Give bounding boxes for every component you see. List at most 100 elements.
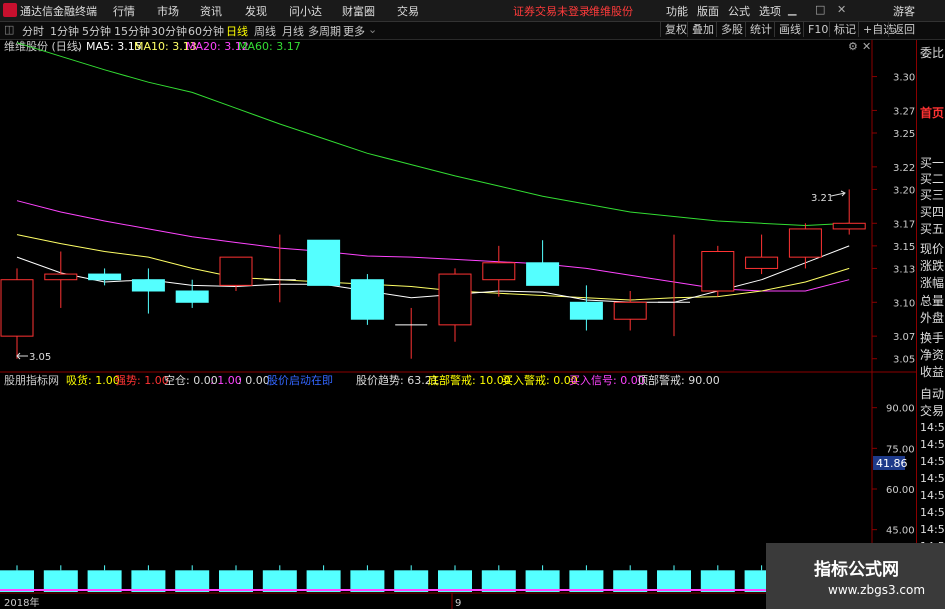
side-tick-time: 14:56 <box>920 506 945 519</box>
panel-toggle-icon[interactable]: ◫ <box>4 23 14 36</box>
candle[interactable] <box>438 268 472 342</box>
period-monthly[interactable]: 月线 <box>282 23 304 39</box>
period-timeshare[interactable]: 分时 <box>22 23 44 39</box>
menu-quotes[interactable]: 行情 <box>113 3 135 19</box>
title-bar: 通达信金融终端 行情 市场 资讯 发现 问小达 财富圈 交易 证券交易未登录 维… <box>0 0 945 22</box>
menu-discover[interactable]: 发现 <box>245 3 267 19</box>
settings-gear-icon[interactable]: ⚙ <box>848 40 858 53</box>
period-more[interactable]: 更多 <box>343 23 365 39</box>
candle[interactable] <box>832 189 866 235</box>
candle[interactable] <box>44 251 78 308</box>
candle[interactable] <box>701 245 735 297</box>
candle[interactable] <box>350 274 384 325</box>
indicator-bar <box>657 570 691 592</box>
indicator-bar <box>700 570 735 592</box>
date-month: 9 <box>455 598 461 609</box>
draw-button[interactable]: 画线 <box>774 22 805 37</box>
menu-formula[interactable]: 公式 <box>728 3 750 19</box>
side-item-trade[interactable]: 交易 <box>920 402 944 419</box>
candle-body <box>613 301 647 320</box>
multi-stock-button[interactable]: 多股 <box>716 22 747 37</box>
menu-wealth-circle[interactable]: 财富圈 <box>342 3 375 19</box>
menu-function[interactable]: 功能 <box>666 3 688 19</box>
side-tick-time: 14:56 <box>920 523 945 536</box>
candle[interactable] <box>658 234 690 337</box>
f10-button[interactable]: F10 <box>803 22 832 37</box>
menu-layout[interactable]: 版面 <box>697 3 719 19</box>
indicator-name: 股朋指标网 <box>4 373 59 387</box>
indicator-tick-label: 90.00 <box>886 404 915 415</box>
candle-body <box>832 222 866 230</box>
high-marker-group: 3.21 <box>811 190 846 204</box>
side-item-buy5: 买五 <box>920 222 945 236</box>
indicator-bar <box>306 570 341 592</box>
candle-body <box>131 279 165 292</box>
side-item-pct: 涨幅 <box>920 276 945 290</box>
indicator-bar <box>394 570 429 592</box>
dropdown-icon[interactable]: ⌄ <box>74 40 83 53</box>
candle[interactable] <box>613 291 647 331</box>
window-icon[interactable]: □ <box>815 3 825 16</box>
candle-body <box>0 279 34 337</box>
candle-body <box>482 262 516 281</box>
side-quote-panel: 委比 首页 买一 买二 买三 买四 买五 现价 涨跌 涨幅 总量 外盘 换手 净… <box>916 40 945 609</box>
price-tick-label: 3.15 <box>893 242 915 253</box>
indicator-bar <box>131 570 166 592</box>
side-item-buy3: 买三 <box>920 188 945 202</box>
candle[interactable] <box>745 234 779 275</box>
candle[interactable] <box>131 268 165 314</box>
period-multi[interactable]: 多周期 <box>308 23 341 39</box>
indicator-bar <box>350 570 385 592</box>
stock-notice: 维维股份 <box>589 5 633 18</box>
mark-button[interactable]: 标记 <box>829 22 860 37</box>
period-30min[interactable]: 30分钟 <box>151 23 187 39</box>
candle[interactable] <box>263 234 296 303</box>
stats-button[interactable]: 统计 <box>745 22 776 37</box>
price-tick-label: 3.13 <box>893 264 915 275</box>
candle[interactable] <box>307 239 341 286</box>
side-tick-time: 14:56 <box>920 455 945 468</box>
menu-news[interactable]: 资讯 <box>200 3 222 19</box>
candle[interactable] <box>88 268 122 286</box>
period-1min[interactable]: 1分钟 <box>50 23 79 39</box>
side-item-auto[interactable]: 自动 <box>920 385 944 402</box>
close-icon[interactable]: ✕ <box>837 3 846 16</box>
chevron-down-icon[interactable]: ⌄ <box>368 23 377 36</box>
price-tick-label: 3.17 <box>893 219 915 230</box>
candle[interactable] <box>395 307 428 359</box>
period-weekly[interactable]: 周线 <box>254 23 276 39</box>
price-axis: 3.30 3.27 3.25 3.22 3.20 3.17 3.15 3.13 3.10 3.07… <box>872 73 915 366</box>
candle[interactable] <box>526 240 560 286</box>
price-tick-label: 3.25 <box>893 129 915 140</box>
side-tick-time: 14:56 <box>920 438 945 451</box>
panel-close-icon[interactable]: ✕ <box>862 40 871 53</box>
kline-chart[interactable]: 维维股份 (日线) ⌄ MA5: 3.15 MA10: 3.13 MA20: 3… <box>0 40 945 609</box>
indicator-bar <box>525 570 560 592</box>
indicator-trend: 股价趋势: 63.21 <box>356 374 439 387</box>
side-item-buy4: 买四 <box>920 205 945 219</box>
side-tick-time: 14:56 <box>920 421 945 434</box>
period-15min[interactable]: 15分钟 <box>114 23 150 39</box>
menu-options[interactable]: 选项 <box>759 3 781 19</box>
candle[interactable] <box>482 245 516 297</box>
back-button[interactable]: 返回 <box>888 22 919 37</box>
overlay-button[interactable]: 叠加 <box>687 22 718 37</box>
period-5min[interactable]: 5分钟 <box>82 23 111 39</box>
ma-legend: MA5: 3.15 MA10: 3.13 MA20: 3.12 MA60: 3.… <box>86 40 301 53</box>
side-item-home[interactable]: 首页 <box>920 104 944 121</box>
menu-ask[interactable]: 问小达 <box>289 3 322 19</box>
period-daily[interactable]: 日线 <box>226 23 248 39</box>
candle[interactable] <box>0 268 34 359</box>
menu-market[interactable]: 市场 <box>157 3 179 19</box>
guest-label[interactable]: 游客 <box>893 3 915 19</box>
price-tick-label: 3.20 <box>893 185 915 196</box>
side-item-weibi[interactable]: 委比 <box>920 44 944 61</box>
menu-trade[interactable]: 交易 <box>397 3 419 19</box>
indicator-bar <box>219 570 253 592</box>
candle[interactable] <box>788 223 822 269</box>
minimize-icon[interactable]: ▁ <box>788 3 796 16</box>
price-tick-label: 3.10 <box>893 298 915 309</box>
app-title: 通达信金融终端 <box>20 5 97 18</box>
candle[interactable] <box>569 285 603 331</box>
period-60min[interactable]: 60分钟 <box>188 23 224 39</box>
